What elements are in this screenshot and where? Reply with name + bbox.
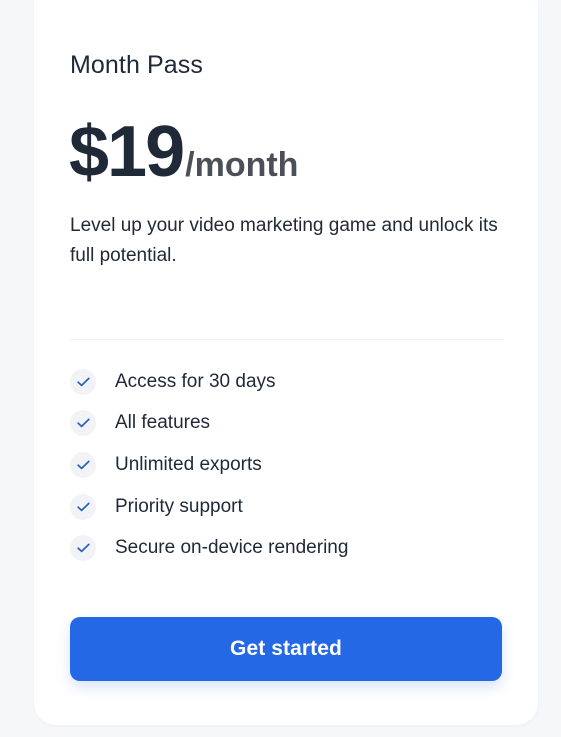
feature-item: Unlimited exports [70, 444, 348, 486]
feature-item: Access for 30 days [70, 361, 348, 403]
check-icon [70, 451, 96, 478]
get-started-button[interactable]: Get started [70, 617, 502, 681]
feature-list: Access for 30 days All features Unlimite… [70, 361, 348, 569]
divider [70, 339, 504, 340]
feature-label: Priority support [115, 495, 243, 517]
feature-item: All features [70, 403, 348, 445]
check-icon [70, 535, 96, 562]
price-period: /month [185, 146, 299, 184]
check-icon [70, 410, 96, 437]
feature-label: Secure on-device rendering [115, 537, 349, 559]
feature-item: Priority support [70, 486, 348, 528]
feature-item: Secure on-device rendering [70, 527, 348, 569]
check-icon [70, 493, 96, 520]
check-icon [70, 368, 96, 395]
price-amount: $19 [69, 112, 185, 192]
price: $19/month [69, 112, 298, 192]
feature-label: Unlimited exports [115, 453, 262, 475]
plan-name: Month Pass [70, 51, 204, 79]
plan-description: Level up your video marketing game and u… [70, 215, 498, 266]
pricing-card: Month Pass $19/month Level up your video… [34, 0, 538, 725]
feature-label: Access for 30 days [115, 370, 276, 392]
feature-label: All features [115, 412, 211, 434]
